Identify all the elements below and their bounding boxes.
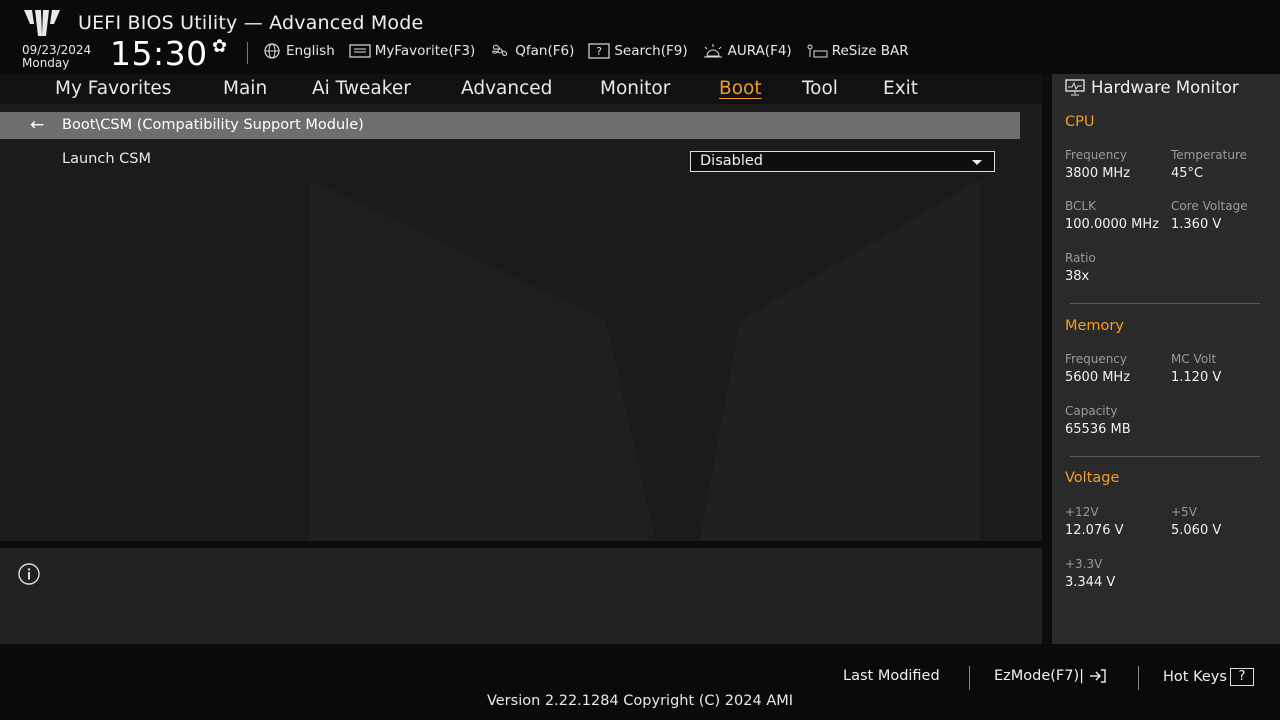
tuf-logo <box>24 10 60 36</box>
date-display: 09/23/2024 Monday <box>22 44 91 70</box>
hw-divider <box>1042 74 1052 644</box>
toolbar: English MyFavorite(F3) Qfan(F6) ? Search… <box>262 43 909 59</box>
search-icon: ? <box>588 43 610 59</box>
version-text: Version 2.22.1284 Copyright (C) 2024 AMI <box>486 693 794 709</box>
launch-csm-select[interactable]: Disabled <box>690 151 995 172</box>
language-label: English <box>286 43 335 59</box>
tab-boot[interactable]: Boot <box>719 78 762 99</box>
footer-divider <box>1138 666 1139 690</box>
cpu-frequency-value: 3800 MHz <box>1065 166 1131 181</box>
v33-value: 3.344 V <box>1065 575 1116 590</box>
search-label: Search(F9) <box>614 43 688 59</box>
cpu-heading: CPU <box>1065 114 1095 130</box>
chevron-down-icon <box>972 160 982 165</box>
v5-value: 5.060 V <box>1171 523 1222 538</box>
resize-bar-icon <box>807 44 828 58</box>
ratio-label: Ratio <box>1065 251 1096 265</box>
tab-my-favorites[interactable]: My Favorites <box>55 78 171 99</box>
breadcrumb-text: Boot\CSM (Compatibility Support Module) <box>62 117 364 133</box>
qfan-label: Qfan(F6) <box>515 43 575 59</box>
v12-label: +12V <box>1065 505 1099 519</box>
launch-csm-label: Launch CSM <box>62 151 151 167</box>
myfavorite-label: MyFavorite(F3) <box>374 43 476 59</box>
favorite-icon <box>349 44 371 58</box>
resize-bar-label: ReSize BAR <box>831 43 909 59</box>
bclk-value: 100.0000 MHz <box>1065 217 1159 232</box>
hotkeys-question-icon: ? <box>1229 668 1254 686</box>
help-divider <box>0 541 1042 548</box>
ratio-value: 38x <box>1065 269 1090 284</box>
aura-label: AURA(F4) <box>727 43 792 59</box>
cpu-frequency-label: Frequency <box>1065 148 1127 162</box>
exit-arrow-icon <box>1089 669 1106 683</box>
v5-label: +5V <box>1171 505 1197 519</box>
weekday-text: Monday <box>22 56 70 70</box>
myfavorite-button[interactable]: MyFavorite(F3) <box>349 43 475 59</box>
app-title: UEFI BIOS Utility — Advanced Mode <box>78 12 424 34</box>
fan-icon <box>492 44 508 56</box>
resize-bar-button[interactable]: ReSize BAR <box>806 43 909 59</box>
main-nav: My Favorites Main Ai Tweaker Advanced Mo… <box>0 74 1042 104</box>
hw-section-rule <box>1070 303 1260 304</box>
memory-heading: Memory <box>1065 318 1124 334</box>
ezmode-label: EzMode(F7)| <box>994 668 1085 684</box>
capacity-value: 65536 MB <box>1065 422 1131 437</box>
tab-ai-tweaker[interactable]: Ai Tweaker <box>312 78 411 99</box>
ezmode-button[interactable]: EzMode(F7)| <box>994 668 1107 684</box>
monitor-icon <box>1065 79 1085 96</box>
v12-value: 12.076 V <box>1065 523 1124 538</box>
back-arrow-icon[interactable]: ← <box>30 115 44 135</box>
tab-tool[interactable]: Tool <box>802 78 838 99</box>
mem-frequency-value: 5600 MHz <box>1065 370 1131 385</box>
language-button[interactable]: English <box>262 43 335 59</box>
svg-text:?: ? <box>596 45 602 58</box>
clock-time[interactable]: 15:30 <box>110 34 208 73</box>
hw-title-text: Hardware Monitor <box>1091 78 1239 97</box>
footer-divider <box>969 666 970 690</box>
mem-frequency-label: Frequency <box>1065 352 1127 366</box>
help-panel <box>0 548 1042 644</box>
tab-main[interactable]: Main <box>223 78 267 99</box>
info-icon <box>18 563 40 585</box>
hot-keys-label: Hot Keys <box>1163 669 1227 685</box>
v33-label: +3.3V <box>1065 557 1103 571</box>
hw-section-rule <box>1070 456 1260 457</box>
capacity-label: Capacity <box>1065 404 1118 418</box>
aura-button[interactable]: AURA(F4) <box>702 43 792 59</box>
tab-advanced[interactable]: Advanced <box>461 78 552 99</box>
hot-keys-button[interactable]: Hot Keys? <box>1163 668 1254 686</box>
mc-volt-label: MC Volt <box>1171 352 1217 366</box>
header-divider <box>247 42 248 64</box>
search-button[interactable]: ? Search(F9) <box>588 43 688 59</box>
core-voltage-label: Core Voltage <box>1171 199 1248 213</box>
voltage-heading: Voltage <box>1065 470 1120 486</box>
globe-icon <box>264 43 280 59</box>
hardware-monitor-panel: Hardware Monitor CPU Frequency 3800 MHz … <box>1052 74 1280 644</box>
tab-exit[interactable]: Exit <box>883 78 918 99</box>
qfan-button[interactable]: Qfan(F6) <box>489 43 574 59</box>
footer-bar: Last Modified EzMode(F7)| Hot Keys? Vers… <box>0 644 1280 720</box>
bclk-label: BCLK <box>1065 199 1096 213</box>
aura-icon <box>703 44 722 58</box>
mc-volt-value: 1.120 V <box>1171 370 1222 385</box>
header-bar: UEFI BIOS Utility — Advanced Mode 09/23/… <box>0 0 1280 74</box>
breadcrumb[interactable]: ← Boot\CSM (Compatibility Support Module… <box>0 112 1020 139</box>
hw-title: Hardware Monitor <box>1065 78 1239 97</box>
cpu-temperature-value: 45°C <box>1171 166 1204 181</box>
gear-icon[interactable]: ✿ <box>212 36 227 57</box>
core-voltage-value: 1.360 V <box>1171 217 1222 232</box>
last-modified-button[interactable]: Last Modified <box>843 668 940 684</box>
cpu-temperature-label: Temperature <box>1171 148 1248 162</box>
launch-csm-value: Disabled <box>700 153 763 169</box>
tab-monitor[interactable]: Monitor <box>600 78 670 99</box>
